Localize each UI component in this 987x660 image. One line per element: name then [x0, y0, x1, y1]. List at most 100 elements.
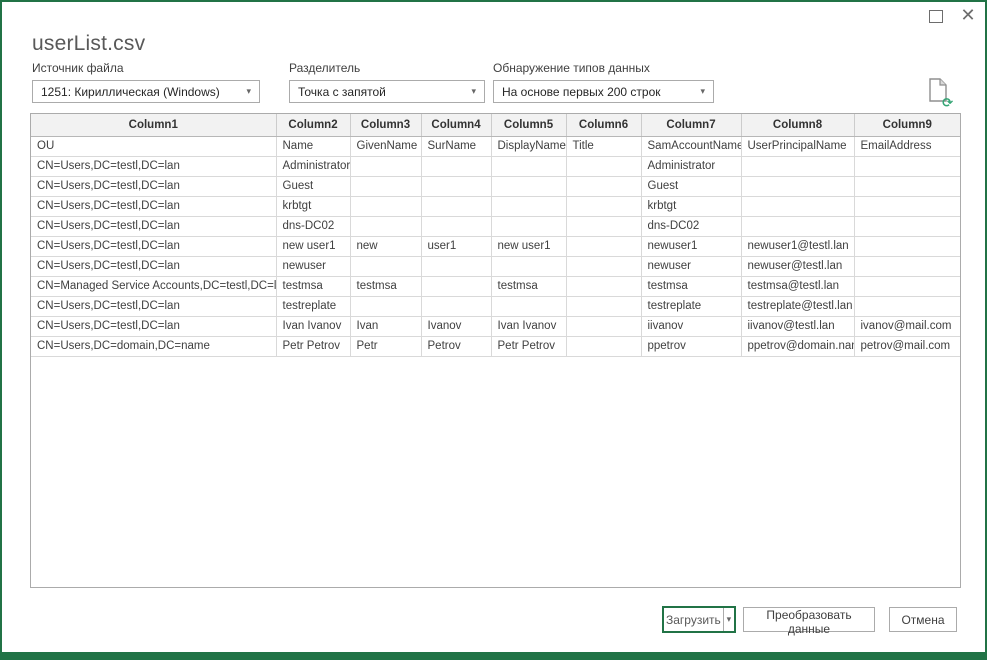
close-button[interactable]: ✕ [957, 3, 979, 27]
column-header[interactable]: Column5 [491, 114, 566, 136]
load-button[interactable]: Загрузить [664, 608, 723, 631]
table-cell [854, 296, 960, 316]
table-cell [421, 276, 491, 296]
table-row: CN=Users,DC=testl,DC=lanIvan IvanovIvanI… [31, 316, 960, 336]
table-cell [566, 296, 641, 316]
type-detection-dropdown[interactable]: На основе первых 200 строк ▾ [493, 80, 714, 103]
column-header[interactable]: Column6 [566, 114, 641, 136]
delimiter-group: Разделитель Точка с запятой ▾ [289, 61, 485, 103]
table-cell [854, 156, 960, 176]
table-cell [741, 196, 854, 216]
table-cell [566, 316, 641, 336]
chevron-down-icon: ▾ [471, 80, 484, 103]
type-detection-value: На основе первых 200 строк [502, 85, 661, 99]
table-cell [350, 296, 421, 316]
table-cell: dns-DC02 [276, 216, 350, 236]
load-split-button[interactable]: Загрузить ▾ [662, 606, 736, 633]
delimiter-value: Точка с запятой [298, 85, 386, 99]
maximize-button[interactable] [929, 10, 943, 23]
table-cell [854, 236, 960, 256]
column-header[interactable]: Column8 [741, 114, 854, 136]
table-row: CN=Users,DC=testl,DC=lannewuser newusern… [31, 256, 960, 276]
table-cell: testmsa@testl.lan [741, 276, 854, 296]
preview-table-head: Column1Column2Column3Column4Column5Colum… [31, 114, 960, 136]
table-cell: newuser1 [641, 236, 741, 256]
table-cell: Ivan [350, 316, 421, 336]
table-cell [741, 176, 854, 196]
type-detection-label: Обнаружение типов данных [493, 61, 714, 75]
column-header[interactable]: Column4 [421, 114, 491, 136]
table-row: OUNameGivenNameSurNameDisplayNameTitleSa… [31, 136, 960, 156]
table-cell [350, 216, 421, 236]
table-cell: newuser [641, 256, 741, 276]
table-cell: ppetrov [641, 336, 741, 356]
column-header[interactable]: Column9 [854, 114, 960, 136]
table-cell: new [350, 236, 421, 256]
table-cell: CN=Users,DC=testl,DC=lan [31, 156, 276, 176]
column-header[interactable]: Column2 [276, 114, 350, 136]
table-cell: CN=Users,DC=testl,DC=lan [31, 236, 276, 256]
table-row: CN=Managed Service Accounts,DC=testl,DC=… [31, 276, 960, 296]
table-cell [566, 216, 641, 236]
refresh-preview-button[interactable]: ⟳ [927, 78, 953, 108]
table-cell [854, 216, 960, 236]
table-cell: EmailAddress [854, 136, 960, 156]
column-header[interactable]: Column7 [641, 114, 741, 136]
file-origin-dropdown[interactable]: 1251: Кириллическая (Windows) ▾ [32, 80, 260, 103]
table-cell [421, 196, 491, 216]
table-cell [350, 156, 421, 176]
table-cell: Ivan Ivanov [491, 316, 566, 336]
table-cell: dns-DC02 [641, 216, 741, 236]
table-cell: Ivanov [421, 316, 491, 336]
delimiter-label: Разделитель [289, 61, 485, 75]
table-cell: Petr [350, 336, 421, 356]
table-cell: CN=Users,DC=testl,DC=lan [31, 176, 276, 196]
table-cell: GivenName [350, 136, 421, 156]
page-title: userList.csv [32, 32, 145, 56]
table-row: CN=Users,DC=domain,DC=namePetr PetrovPet… [31, 336, 960, 356]
table-cell: krbtgt [276, 196, 350, 216]
table-cell: Administrator [276, 156, 350, 176]
transform-data-button[interactable]: Преобразовать данные [743, 607, 875, 632]
table-cell: testmsa [641, 276, 741, 296]
csv-import-dialog: ✕ userList.csv Источник файла 1251: Кири… [0, 0, 987, 660]
load-dropdown-arrow[interactable]: ▾ [723, 608, 734, 631]
table-cell [566, 196, 641, 216]
chevron-down-icon: ▾ [246, 80, 259, 103]
table-cell: Administrator [641, 156, 741, 176]
table-cell [350, 176, 421, 196]
table-cell: SamAccountName [641, 136, 741, 156]
table-cell: iivanov [641, 316, 741, 336]
table-cell: Petrov [421, 336, 491, 356]
cancel-button[interactable]: Отмена [889, 607, 957, 632]
table-cell: testmsa [276, 276, 350, 296]
table-cell [491, 196, 566, 216]
table-row: CN=Users,DC=testl,DC=landns-DC02 dns-DC0… [31, 216, 960, 236]
table-cell: new user1 [276, 236, 350, 256]
table-cell: CN=Users,DC=testl,DC=lan [31, 256, 276, 276]
file-origin-label: Источник файла [32, 61, 260, 75]
table-cell [491, 156, 566, 176]
table-row: CN=Users,DC=testl,DC=lannew user1newuser… [31, 236, 960, 256]
table-cell [854, 276, 960, 296]
table-cell [854, 196, 960, 216]
table-cell [854, 256, 960, 276]
table-cell [491, 256, 566, 276]
column-header[interactable]: Column1 [31, 114, 276, 136]
delimiter-dropdown[interactable]: Точка с запятой ▾ [289, 80, 485, 103]
table-cell [421, 256, 491, 276]
table-row: CN=Users,DC=testl,DC=lanGuest Guest [31, 176, 960, 196]
table-cell: OU [31, 136, 276, 156]
table-cell: Title [566, 136, 641, 156]
table-cell: newuser [276, 256, 350, 276]
table-cell [421, 156, 491, 176]
table-cell [421, 176, 491, 196]
table-row: CN=Users,DC=testl,DC=lanAdministrator Ad… [31, 156, 960, 176]
table-cell: DisplayName [491, 136, 566, 156]
table-cell [491, 216, 566, 236]
column-header[interactable]: Column3 [350, 114, 421, 136]
table-cell: user1 [421, 236, 491, 256]
table-cell: iivanov@testl.lan [741, 316, 854, 336]
table-cell: new user1 [491, 236, 566, 256]
table-cell [741, 216, 854, 236]
